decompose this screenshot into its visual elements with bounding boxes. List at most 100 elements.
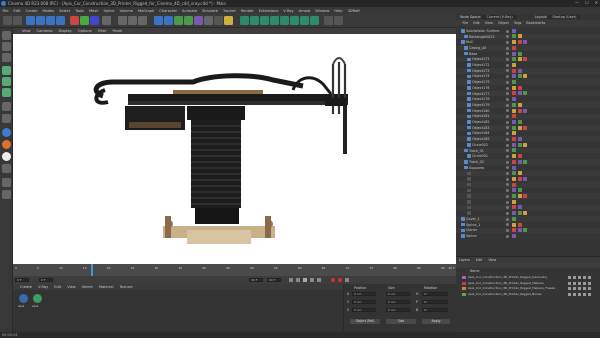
keyframe-icon[interactable] [345,278,349,282]
vray-icon-7[interactable] [300,16,309,25]
object-tag-icon[interactable] [512,199,516,204]
close-button[interactable]: ✕ [595,0,598,5]
vray-icon-1[interactable] [240,16,249,25]
visibility-dots-icon[interactable] [506,29,509,33]
layer-toggle-icon[interactable] [583,281,586,285]
current-frame-field[interactable]: 0 F [39,278,53,282]
layer-tab-edit[interactable]: Edit [476,258,482,262]
record-icon[interactable] [331,278,335,282]
size-mode-dropdown[interactable]: Size [386,319,416,324]
visibility-dots-icon[interactable] [506,80,509,84]
layer-color-swatch[interactable] [462,292,466,296]
layer-toggle-icon[interactable] [568,276,571,279]
object-tag-icon[interactable] [517,34,522,39]
object-tag-icon[interactable] [517,154,522,159]
visibility-dots-icon[interactable] [506,234,509,238]
visibility-dots-icon[interactable] [506,223,509,227]
timeline-ruler[interactable]: 0 5 10 15 20 25 30 35 40 45 50 55 60 65 70 75 80 85 90 90 F [13,264,456,276]
object-tag-icon[interactable] [512,51,516,56]
subdivision-icon[interactable] [174,16,183,25]
object-tag-icon[interactable] [512,34,516,39]
visibility-dots-icon[interactable] [506,206,509,210]
first-frame-icon[interactable] [289,278,293,282]
array-icon[interactable] [184,16,193,25]
layer-toggle-icon[interactable] [578,276,581,279]
visibility-dots-icon[interactable] [506,75,509,79]
vray-icon-5[interactable] [280,16,289,25]
menu-simulate[interactable]: Simulate [200,9,221,13]
visibility-dots-icon[interactable] [506,217,509,221]
vray-icon-2[interactable] [250,16,259,25]
object-tag-icon[interactable] [517,222,522,227]
object-tag-icon[interactable] [512,154,516,159]
menu-modes[interactable]: Modes [40,9,57,13]
menu-spline[interactable]: Spline [101,9,117,13]
object-menu-bookmarks[interactable]: Bookmarks [524,21,548,25]
visibility-dots-icon[interactable] [506,229,509,232]
rotation-field[interactable]: 0° [422,300,448,304]
play-icon[interactable] [303,278,307,282]
object-tag-icon[interactable] [517,194,522,199]
object-tag-icon[interactable] [512,137,516,142]
menu-character[interactable]: Character [157,9,180,13]
visibility-dots-icon[interactable] [506,166,509,170]
light-icon[interactable] [224,16,233,25]
material-swatch-2[interactable] [33,294,42,303]
layer-color-swatch[interactable] [462,276,466,279]
layer-toggle-icon[interactable] [568,287,571,290]
object-tag-icon[interactable] [512,97,516,102]
visibility-dots-icon[interactable] [506,137,509,141]
grid-icon[interactable] [2,190,11,199]
size-field[interactable]: 0 cm [386,292,410,296]
object-menu-edit[interactable]: Edit [471,21,483,25]
end-frame-field-2[interactable]: 90 F [267,278,281,282]
texture-mode-icon[interactable] [2,53,11,62]
object-tag-icon[interactable] [512,85,516,90]
snap-icon[interactable] [324,16,333,25]
rotation-field[interactable]: 0° [422,308,448,312]
viewport-solo-icon[interactable] [2,128,11,137]
layout-dropdown[interactable]: Startup (User) [548,15,581,19]
visibility-dots-icon[interactable] [506,69,509,73]
layer-toggle-icon[interactable] [578,281,581,285]
deformer-icon[interactable] [194,16,203,25]
layer-row[interactable]: Apis_Cor_Construction_3D_Printer_Rigged_… [456,281,600,286]
playhead[interactable] [91,264,93,276]
object-tag-icon[interactable] [512,211,516,216]
visibility-dots-icon[interactable] [506,109,509,113]
layer-toggle-icon[interactable] [588,292,591,296]
visibility-dots-icon[interactable] [506,149,509,153]
start-frame-field[interactable]: 0 F [15,278,29,282]
polygons-mode-icon[interactable] [2,88,11,97]
edges-mode-icon[interactable] [2,77,11,86]
menu-window[interactable]: Window [313,9,332,13]
object-tag-icon[interactable] [523,57,527,62]
layer-toggle-icon[interactable] [578,287,581,290]
node-space-dropdown[interactable]: Current (V-Ray) [482,15,517,19]
object-tag-icon[interactable] [512,119,516,124]
visibility-dots-icon[interactable] [506,103,509,107]
menu-edit[interactable]: Edit [11,9,23,13]
menu-render[interactable]: Render [238,9,256,13]
layer-toggle-icon[interactable] [588,281,591,285]
object-tag-icon[interactable] [517,91,522,96]
menu-help[interactable]: Help [332,9,345,13]
object-tag-icon[interactable] [523,176,527,181]
layer-toggle-icon[interactable] [573,292,576,296]
layer-toggle-icon[interactable] [568,292,571,296]
object-tag-icon[interactable] [523,74,527,79]
object-tag-icon[interactable] [517,137,522,142]
visibility-dots-icon[interactable] [506,92,509,96]
z-axis-icon[interactable] [90,16,99,25]
autokey-icon[interactable] [338,278,342,282]
vray-icon-8[interactable] [310,16,319,25]
layer-toggle-icon[interactable] [568,281,571,285]
cube-icon[interactable] [154,16,163,25]
layer-toggle-icon[interactable] [578,292,581,296]
rotate-icon[interactable] [56,16,65,25]
object-tag-icon[interactable] [512,40,516,45]
visibility-dots-icon[interactable] [506,189,509,193]
menu-volume[interactable]: Volume [117,9,135,13]
layer-toggle-icon[interactable] [573,281,576,285]
object-tag-icon[interactable] [512,142,516,147]
